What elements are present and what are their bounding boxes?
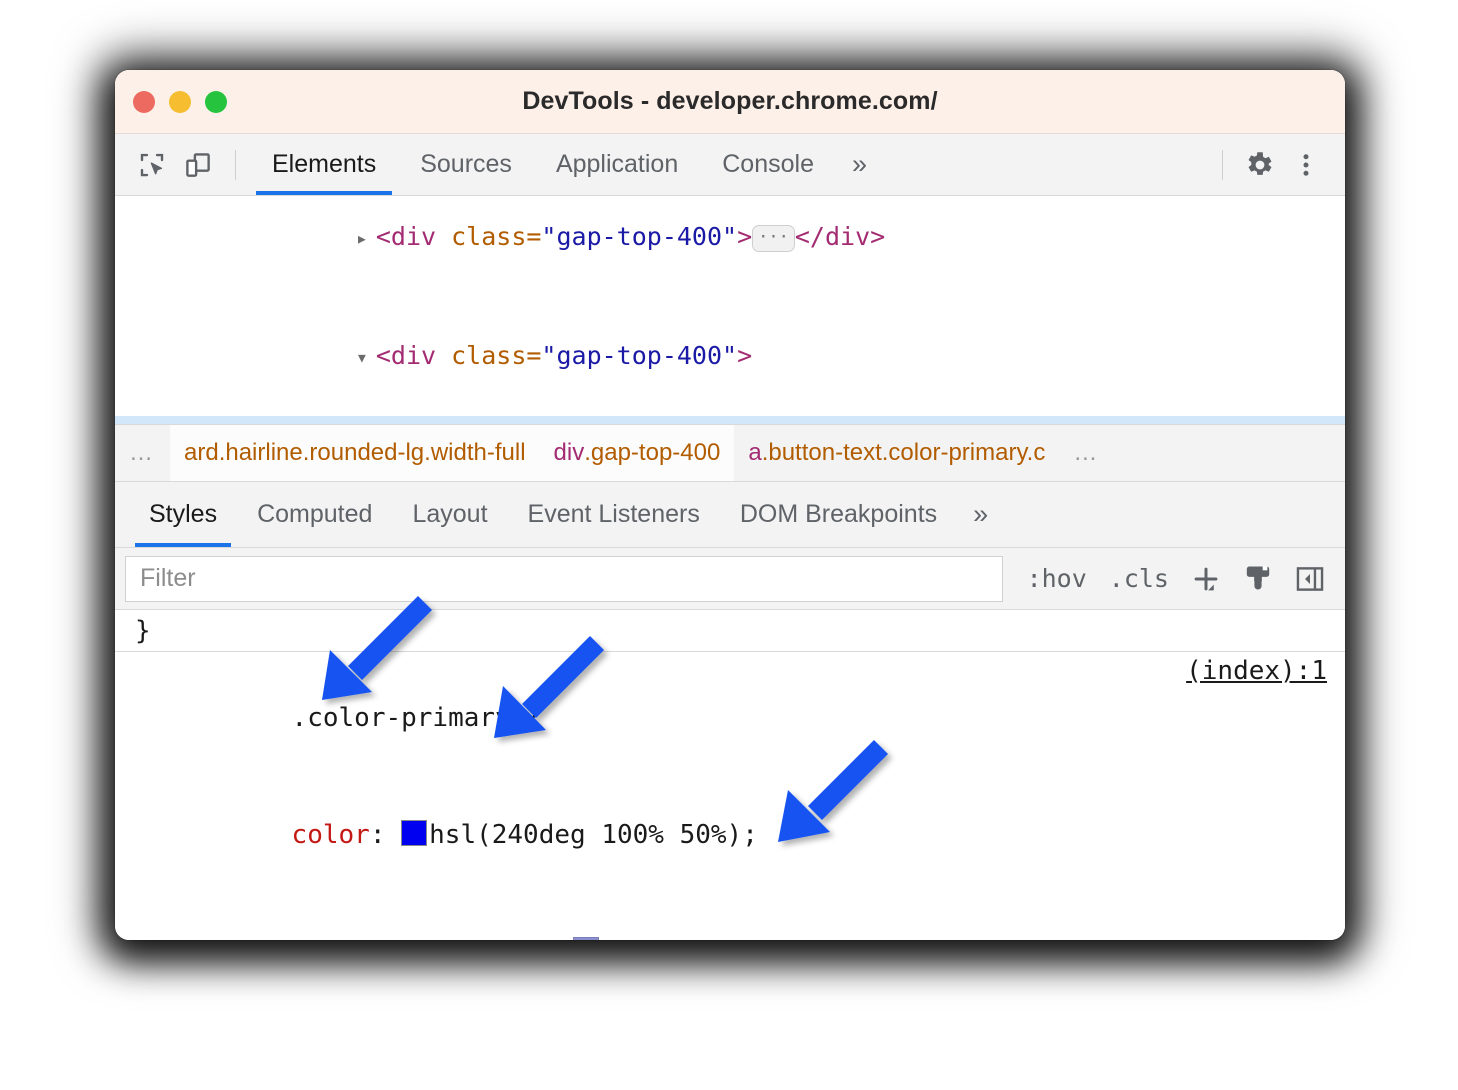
- screenshot-root: DevTools - developer.chrome.com/ Element…: [0, 0, 1458, 1090]
- breadcrumb-item-div-label: .gap-top-400: [584, 439, 720, 467]
- breadcrumb-item-div-element: div: [554, 439, 585, 467]
- kebab-menu-icon[interactable]: [1283, 143, 1329, 187]
- toolbar-divider-right: [1222, 150, 1223, 180]
- window-traffic-lights: [133, 70, 227, 133]
- tab-elements[interactable]: Elements: [250, 134, 398, 195]
- tab-event-listeners[interactable]: Event Listeners: [508, 482, 720, 547]
- dom-close-bracket: >: [737, 222, 752, 251]
- styles-filter-actions: :hov .cls: [1003, 556, 1335, 602]
- color-swatch-lch[interactable]: [573, 937, 599, 940]
- dom-attr-name: class=: [436, 341, 541, 370]
- devtools-panel-tabs: Elements Sources Application Console: [250, 134, 836, 195]
- css-declaration-background-color[interactable]: background-color: lch(54 49.1 290.25);: [135, 894, 1345, 940]
- toolbar-divider: [235, 150, 236, 180]
- dom-attr-value: "gap-top-400": [541, 341, 737, 370]
- css-property-value[interactable]: hsl(240deg 100% 50%);: [429, 820, 758, 850]
- css-property-name[interactable]: color: [292, 820, 370, 850]
- breadcrumb-item-anchor-element: a: [748, 439, 761, 467]
- tab-computed-label: Computed: [257, 500, 372, 529]
- dom-tag-name: div: [391, 341, 436, 370]
- device-toolbar-icon[interactable]: [175, 143, 221, 187]
- css-declaration-color[interactable]: color: hsl(240deg 100% 50%);: [135, 777, 1345, 894]
- dom-open-bracket: <: [376, 222, 391, 251]
- tab-console[interactable]: Console: [700, 134, 836, 195]
- breadcrumb-item-anchor-label: .button-text.color-primary.c: [762, 439, 1046, 467]
- hov-button[interactable]: :hov: [1017, 564, 1097, 593]
- dom-indent: [235, 336, 355, 375]
- tab-application-label: Application: [556, 150, 678, 179]
- styles-pane-tabs: Styles Computed Layout Event Listeners D…: [115, 482, 1345, 548]
- dom-row-selected-anchor[interactable]: ••• ▸<a class="button-text color-primary…: [115, 416, 1345, 424]
- css-property-name[interactable]: background-color: [292, 937, 542, 940]
- breadcrumb-item-div[interactable]: div.gap-top-400: [540, 425, 735, 481]
- css-closing-brace-text: }: [135, 616, 151, 646]
- css-property-value[interactable]: lch(54 49.1 290.25);: [601, 937, 914, 940]
- dom-children-ellipsis-badge[interactable]: ···: [752, 225, 795, 252]
- css-selector-text: .color-primary {: [292, 703, 542, 733]
- css-rule-orphan-close: }: [115, 610, 1345, 651]
- plus-icon[interactable]: [1181, 556, 1231, 602]
- tab-styles[interactable]: Styles: [129, 482, 237, 547]
- styles-rules-list[interactable]: } (index):1 .color-primary { color: hsl(…: [115, 610, 1345, 940]
- tab-sources-label: Sources: [420, 150, 512, 179]
- devtools-main-toolbar: Elements Sources Application Console »: [115, 134, 1345, 196]
- tab-sources[interactable]: Sources: [398, 134, 534, 195]
- breadcrumb-left-overflow[interactable]: …: [115, 425, 170, 481]
- breadcrumb-right-overflow[interactable]: …: [1059, 425, 1114, 481]
- inspect-element-icon[interactable]: [129, 143, 175, 187]
- tab-layout[interactable]: Layout: [392, 482, 507, 547]
- filter-input[interactable]: Filter: [125, 556, 1003, 602]
- tab-styles-label: Styles: [149, 500, 217, 529]
- cls-button[interactable]: .cls: [1099, 564, 1179, 593]
- styles-filter-bar: Filter :hov .cls: [115, 548, 1345, 610]
- devtools-window: DevTools - developer.chrome.com/ Element…: [115, 70, 1345, 940]
- dom-attr-name: class=: [436, 222, 541, 251]
- dom-close-bracket: >: [737, 341, 752, 370]
- window-titlebar: DevTools - developer.chrome.com/: [115, 70, 1345, 134]
- css-colon: :: [370, 820, 401, 850]
- paintbrush-icon[interactable]: [1233, 556, 1283, 602]
- dom-row-overflow-dots[interactable]: •••: [129, 416, 180, 424]
- css-rule-color-primary[interactable]: (index):1 .color-primary { color: hsl(24…: [115, 651, 1345, 940]
- tab-application[interactable]: Application: [534, 134, 700, 195]
- toggle-pane-icon[interactable]: [1285, 556, 1335, 602]
- more-panels-chevron-icon[interactable]: »: [836, 134, 883, 195]
- dom-attr-value: "gap-top-400": [541, 222, 737, 251]
- tab-console-label: Console: [722, 150, 814, 179]
- tab-computed[interactable]: Computed: [237, 482, 392, 547]
- gear-icon[interactable]: [1237, 143, 1283, 187]
- maximize-window-button[interactable]: [205, 91, 227, 113]
- breadcrumb-item-card-label: ard.hairline.rounded-lg.width-full: [184, 439, 526, 467]
- window-title: DevTools - developer.chrome.com/: [115, 87, 1345, 116]
- breadcrumb-item-anchor[interactable]: a.button-text.color-primary.c: [734, 425, 1059, 481]
- more-styles-tabs-chevron-icon[interactable]: »: [957, 482, 1004, 547]
- dom-row-gap-top-400-open[interactable]: ▾<div class="gap-top-400">: [115, 297, 1345, 416]
- css-colon: :: [542, 937, 573, 940]
- dom-row-gap-top-400-collapsed[interactable]: ▸<div class="gap-top-400">···</div>: [115, 196, 1345, 297]
- dom-open-bracket: <: [376, 341, 391, 370]
- minimize-window-button[interactable]: [169, 91, 191, 113]
- expand-triangle-icon[interactable]: ▸: [356, 219, 376, 258]
- tab-event-listeners-label: Event Listeners: [528, 500, 700, 529]
- tab-layout-label: Layout: [412, 500, 487, 529]
- css-closing-brace: }: [135, 612, 1345, 651]
- close-window-button[interactable]: [133, 91, 155, 113]
- tab-elements-label: Elements: [272, 150, 376, 179]
- devtools-toolbar-right: [1208, 143, 1329, 187]
- tab-dom-breakpoints-label: DOM Breakpoints: [740, 500, 937, 529]
- collapse-triangle-icon[interactable]: ▾: [356, 338, 376, 377]
- dom-closing-tag: </div>: [795, 222, 885, 251]
- css-selector[interactable]: .color-primary {: [135, 660, 1345, 777]
- breadcrumb-item-card[interactable]: ard.hairline.rounded-lg.width-full: [170, 425, 540, 481]
- color-swatch-blue[interactable]: [401, 820, 427, 846]
- breadcrumb: … ard.hairline.rounded-lg.width-full div…: [115, 424, 1345, 482]
- tab-dom-breakpoints[interactable]: DOM Breakpoints: [720, 482, 957, 547]
- dom-indent: [235, 217, 355, 256]
- dom-tree[interactable]: ▸<div class="gap-top-400">···</div> ▾<di…: [115, 196, 1345, 424]
- dom-tag-name: div: [391, 222, 436, 251]
